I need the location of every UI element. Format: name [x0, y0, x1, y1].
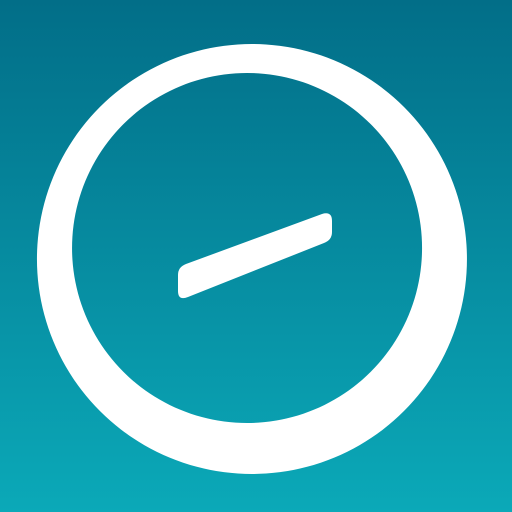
- gauge-icon: [0, 0, 512, 512]
- app-icon: [0, 0, 512, 512]
